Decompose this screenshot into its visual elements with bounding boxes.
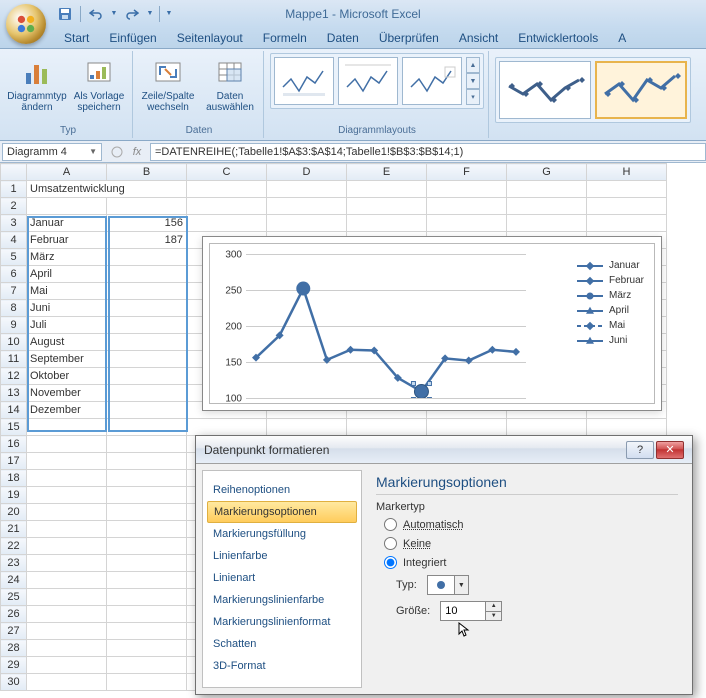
format-datapoint-dialog: Datenpunkt formatieren ? ✕ Reihenoptione… <box>195 435 693 695</box>
select-data-button[interactable]: Daten auswählen <box>201 53 259 117</box>
col-header-h[interactable]: H <box>587 164 667 181</box>
name-box-dropdown[interactable]: ▼ <box>89 147 97 156</box>
col-header-g[interactable]: G <box>507 164 587 181</box>
style-option-2[interactable] <box>595 61 687 119</box>
switch-icon <box>152 57 184 89</box>
tab-entwicklertools[interactable]: Entwicklertools <box>508 28 608 48</box>
tab-seitenlayout[interactable]: Seitenlayout <box>167 28 253 48</box>
marker-size-input[interactable] <box>441 602 485 620</box>
switch-row-col-button[interactable]: Zeile/Spalte wechseln <box>139 53 197 117</box>
size-label: Größe: <box>396 605 430 617</box>
col-header-c[interactable]: C <box>187 164 267 181</box>
tab-ueberpruefen[interactable]: Überprüfen <box>369 28 449 48</box>
layout-option-2[interactable] <box>338 57 398 105</box>
tab-ansicht[interactable]: Ansicht <box>449 28 508 48</box>
marker-type-combo[interactable]: ▼ <box>427 575 469 595</box>
ribbon-group-daten: Zeile/Spalte wechseln Daten auswählen Da… <box>135 51 264 138</box>
marker-type-dropdown[interactable]: ▼ <box>454 576 468 594</box>
style-option-1[interactable] <box>499 61 591 119</box>
col-header-e[interactable]: E <box>347 164 427 181</box>
change-chart-type-button[interactable]: Diagrammtyp ändern <box>8 53 66 117</box>
layout-option-1[interactable] <box>274 57 334 105</box>
qat-customize[interactable]: ▼ <box>164 3 174 25</box>
select-data-icon <box>214 57 246 89</box>
save-button[interactable] <box>54 3 76 25</box>
bar-chart-icon <box>21 57 53 89</box>
template-icon <box>83 57 115 89</box>
radio-builtin[interactable]: Integriert <box>376 553 678 572</box>
size-spin-down[interactable]: ▼ <box>486 612 501 621</box>
ribbon-group-typ: Diagrammtyp ändern Als Vorlage speichern… <box>4 51 133 138</box>
dialog-title: Datenpunkt formatieren <box>204 443 329 457</box>
cat-schatten[interactable]: Schatten <box>203 633 361 655</box>
radio-none[interactable]: Keine <box>376 534 678 553</box>
dialog-title-bar[interactable]: Datenpunkt formatieren ? ✕ <box>196 436 692 464</box>
select-all-corner[interactable] <box>1 164 27 181</box>
redo-dropdown[interactable]: ▼ <box>145 3 155 25</box>
cat-3d-format[interactable]: 3D-Format <box>203 655 361 677</box>
cat-linienart[interactable]: Linienart <box>203 567 361 589</box>
dialog-help-button[interactable]: ? <box>626 441 654 459</box>
chart-legend[interactable]: Januar Februar März April Mai Juni <box>577 260 644 350</box>
gallery-expand[interactable]: ▾ <box>466 89 480 105</box>
chart-series[interactable] <box>246 254 526 398</box>
marker-size-spinner[interactable]: ▲▼ <box>440 601 502 621</box>
tab-einfuegen[interactable]: Einfügen <box>99 28 166 48</box>
tab-formeln[interactable]: Formeln <box>253 28 317 48</box>
cat-reihenoptionen[interactable]: Reihenoptionen <box>203 479 361 501</box>
markertype-label: Markertyp <box>376 501 678 513</box>
save-template-button[interactable]: Als Vorlage speichern <box>70 53 128 117</box>
fx-button[interactable]: fx <box>128 144 146 160</box>
gallery-scroll-up[interactable]: ▲ <box>466 57 480 73</box>
cat-markierungslinienfarbe[interactable]: Markierungslinienfarbe <box>203 589 361 611</box>
ribbon-tabs: Start Einfügen Seitenlayout Formeln Date… <box>0 27 706 49</box>
cat-markierungsoptionen[interactable]: Markierungsoptionen <box>207 501 357 523</box>
chart-area[interactable]: 300 250 200 150 100 Januar Februar März … <box>209 243 655 404</box>
cat-markierungsfuellung[interactable]: Markierungsfüllung <box>203 523 361 545</box>
fn-wizard-button[interactable] <box>108 144 126 160</box>
ribbon-group-styles <box>491 51 702 138</box>
dialog-close-button[interactable]: ✕ <box>656 441 684 459</box>
ribbon: Diagrammtyp ändern Als Vorlage speichern… <box>0 49 706 141</box>
window-title: Mappe1 - Microsoft Excel <box>285 7 420 21</box>
redo-button[interactable] <box>121 3 143 25</box>
quick-access-toolbar: ▼ ▼ ▼ <box>54 3 174 25</box>
ribbon-group-layouts: ▲ ▼ ▾ Diagrammlayouts <box>266 51 489 138</box>
type-label: Typ: <box>396 579 417 591</box>
radio-automatic[interactable]: Automatisch <box>376 515 678 534</box>
size-spin-up[interactable]: ▲ <box>486 602 501 612</box>
formula-bar: Diagramm 4▼ fx =DATENREIHE(;Tabelle1!$A$… <box>0 141 706 163</box>
dialog-content: Markierungsoptionen Markertyp Automatisc… <box>362 464 692 694</box>
layout-option-3[interactable] <box>402 57 462 105</box>
col-header-b[interactable]: B <box>107 164 187 181</box>
marker-type-value <box>428 576 454 594</box>
formula-input[interactable]: =DATENREIHE(;Tabelle1!$A$3:$A$14;Tabelle… <box>150 143 706 161</box>
tab-start[interactable]: Start <box>54 28 99 48</box>
cell[interactable]: Umsatzentwicklung <box>27 181 187 198</box>
col-header-d[interactable]: D <box>267 164 347 181</box>
embedded-chart[interactable]: 300 250 200 150 100 Januar Februar März … <box>202 236 662 411</box>
layout-gallery-scroll: ▲ ▼ ▾ <box>466 57 480 105</box>
dialog-category-list: Reihenoptionen Markierungsoptionen Marki… <box>202 470 362 688</box>
col-header-f[interactable]: F <box>427 164 507 181</box>
cat-markierungslinienformat[interactable]: Markierungslinienformat <box>203 611 361 633</box>
chart-styles-gallery <box>495 57 691 123</box>
plot-area[interactable]: 300 250 200 150 100 <box>246 254 526 398</box>
col-header-a[interactable]: A <box>27 164 107 181</box>
cat-linienfarbe[interactable]: Linienfarbe <box>203 545 361 567</box>
undo-button[interactable] <box>85 3 107 25</box>
gallery-scroll-down[interactable]: ▼ <box>466 73 480 89</box>
row-header[interactable]: 1 <box>1 181 27 198</box>
title-bar: ▼ ▼ ▼ Mappe1 - Microsoft Excel <box>0 0 706 27</box>
office-button[interactable] <box>6 4 46 44</box>
dialog-heading: Markierungsoptionen <box>376 474 678 490</box>
chart-layouts-gallery: ▲ ▼ ▾ <box>270 53 484 109</box>
tab-daten[interactable]: Daten <box>317 28 369 48</box>
tab-more[interactable]: A <box>608 28 636 48</box>
undo-dropdown[interactable]: ▼ <box>109 3 119 25</box>
name-box[interactable]: Diagramm 4▼ <box>2 143 102 161</box>
